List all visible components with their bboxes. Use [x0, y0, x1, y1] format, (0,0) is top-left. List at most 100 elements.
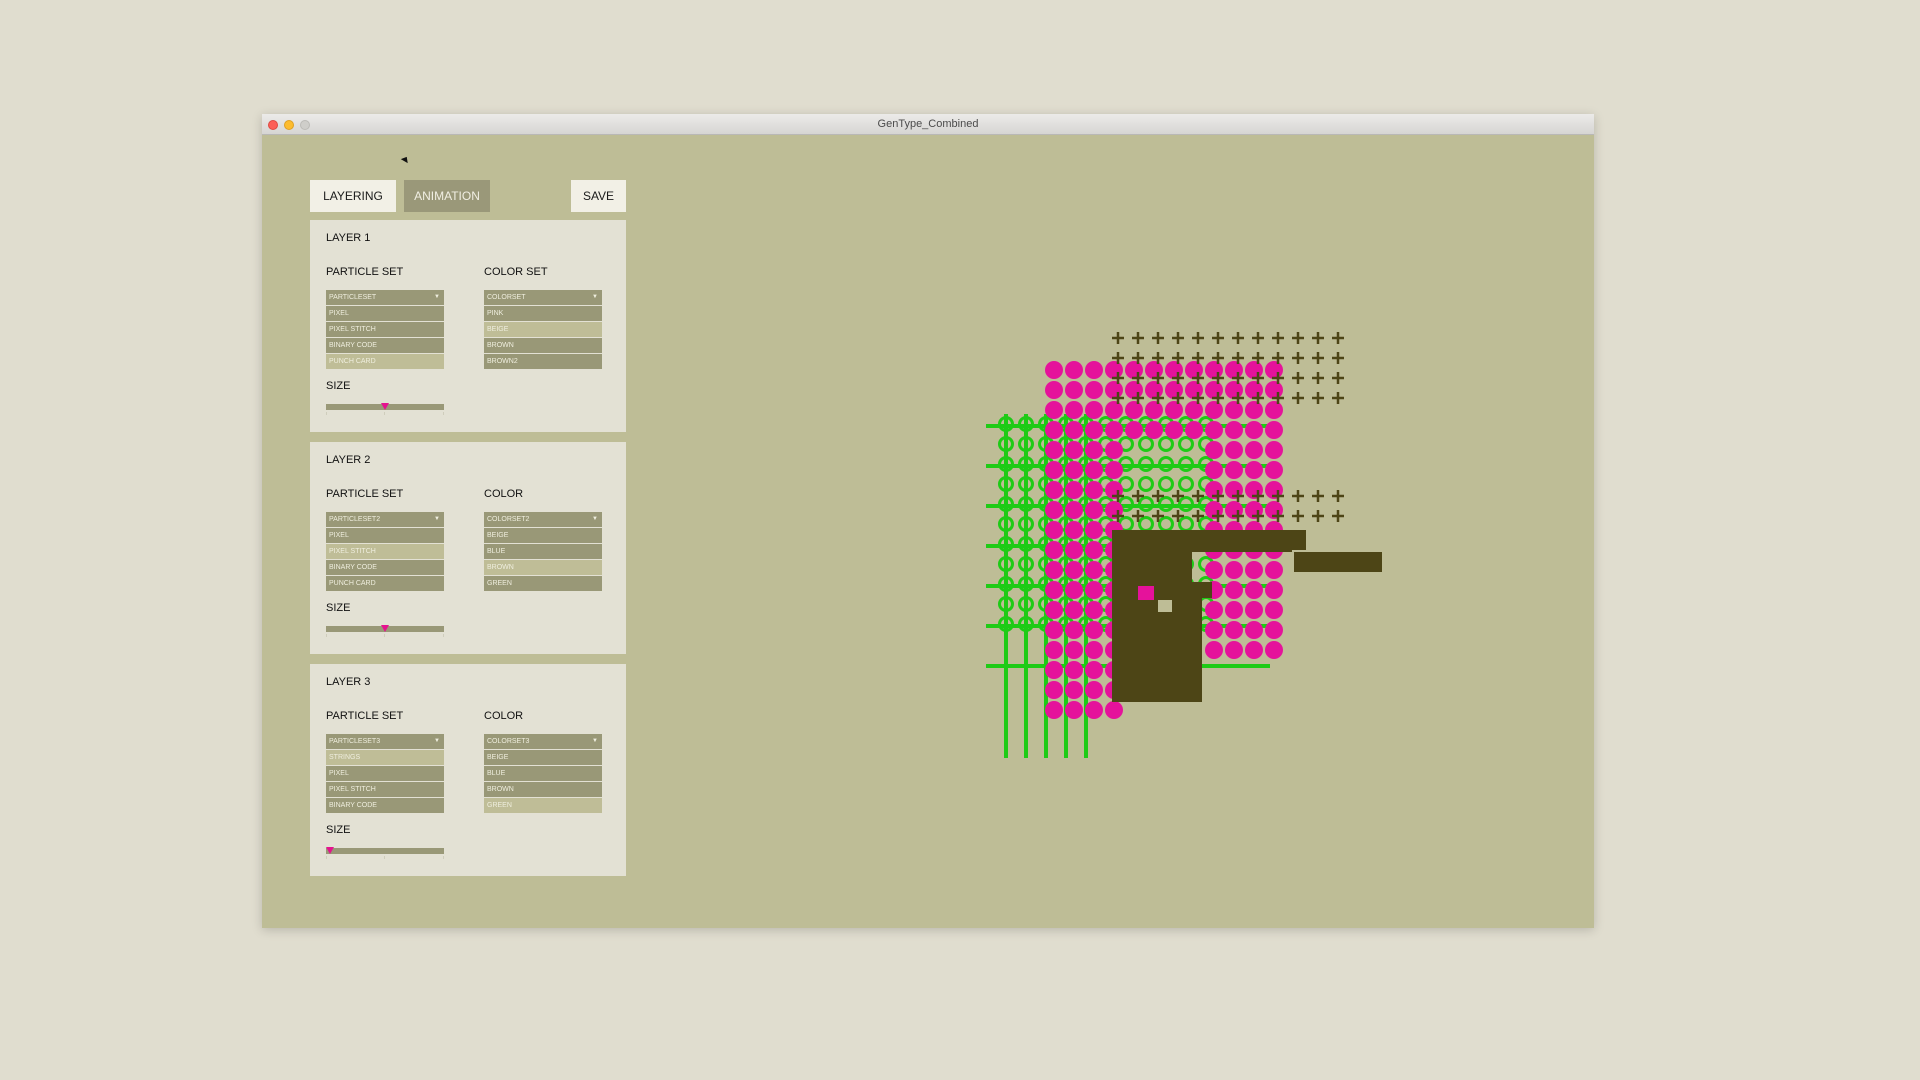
green-stitch	[1138, 516, 1154, 532]
color-set-select[interactable]: COLORSET2 ▼	[484, 512, 602, 527]
layer-1-panel: LAYER 1 PARTICLE SET COLOR SET PARTICLES…	[310, 220, 626, 432]
layer-title: LAYER 3	[326, 676, 371, 688]
pink-dot	[1065, 581, 1083, 599]
particle-set-dropdown[interactable]: PARTICLESET3 ▼ STRINGS PIXEL PIXEL STITCH…	[326, 734, 444, 814]
size-slider[interactable]	[326, 403, 444, 410]
dropdown-option[interactable]: BINARY CODE	[326, 338, 444, 353]
pink-dot	[1165, 401, 1183, 419]
brown-cross	[1132, 332, 1144, 344]
pink-dot	[1265, 601, 1283, 619]
dropdown-option[interactable]: GREEN	[484, 576, 602, 591]
particle-set-select[interactable]: PARTICLESET ▼	[326, 290, 444, 305]
color-set-dropdown[interactable]: COLORSET2 ▼ BEIGE BLUE BROWN GREEN	[484, 512, 602, 592]
pink-dot	[1045, 381, 1063, 399]
size-label: SIZE	[326, 602, 351, 614]
particle-set-dropdown[interactable]: PARTICLESET ▼ PIXEL PIXEL STITCH BINARY C…	[326, 290, 444, 370]
brown-cross	[1312, 392, 1324, 404]
pink-dot	[1085, 461, 1103, 479]
pink-dot	[1065, 561, 1083, 579]
dropdown-option[interactable]: PIXEL STITCH	[326, 544, 444, 559]
dropdown-value: PARTICLESET2	[329, 516, 381, 523]
color-set-select[interactable]: COLORSET ▼	[484, 290, 602, 305]
pink-dot	[1045, 481, 1063, 499]
pink-dot	[1045, 541, 1063, 559]
dropdown-option[interactable]: BLUE	[484, 766, 602, 781]
pink-dot	[1065, 601, 1083, 619]
pink-dot	[1245, 401, 1263, 419]
brown-cross	[1332, 510, 1344, 522]
brown-cross	[1312, 332, 1324, 344]
pink-dot	[1225, 621, 1243, 639]
chevron-down-icon: ▼	[434, 516, 440, 522]
beige-pixel	[1158, 600, 1172, 612]
slider-handle[interactable]	[325, 847, 334, 854]
dropdown-option[interactable]: BINARY CODE	[326, 798, 444, 813]
color-set-select[interactable]: COLORSET3 ▼	[484, 734, 602, 749]
title-bar[interactable]: GenType_Combined	[262, 114, 1594, 135]
pink-dot	[1145, 361, 1163, 379]
pink-pixel	[1138, 586, 1154, 600]
dropdown-option[interactable]: BROWN2	[484, 354, 602, 369]
chevron-down-icon: ▼	[434, 294, 440, 300]
pink-dot	[1045, 361, 1063, 379]
pink-dot	[1085, 621, 1103, 639]
pink-dot	[1265, 561, 1283, 579]
pink-dot	[1145, 421, 1163, 439]
pink-dot	[1245, 421, 1263, 439]
pink-dot	[1105, 701, 1123, 719]
color-set-dropdown[interactable]: COLORSET3 ▼ BEIGE BLUE BROWN GREEN	[484, 734, 602, 814]
layer-2-panel: LAYER 2 PARTICLE SET COLOR PARTICLESET2 ▼…	[310, 442, 626, 654]
pink-dot	[1085, 361, 1103, 379]
layer-title: LAYER 1	[326, 232, 371, 244]
dropdown-option[interactable]: PIXEL STITCH	[326, 322, 444, 337]
green-stitch	[1158, 476, 1174, 492]
tab-layering[interactable]: LAYERING	[310, 180, 396, 212]
size-label: SIZE	[326, 824, 351, 836]
pink-dot	[1205, 461, 1223, 479]
slider-handle[interactable]	[381, 403, 389, 410]
particle-set-select[interactable]: PARTICLESET3 ▼	[326, 734, 444, 749]
dropdown-option[interactable]: PIXEL	[326, 306, 444, 321]
brown-cross	[1252, 332, 1264, 344]
dropdown-option[interactable]: BROWN	[484, 782, 602, 797]
dropdown-option[interactable]: BEIGE	[484, 750, 602, 765]
green-stitch	[1178, 476, 1194, 492]
color-set-dropdown[interactable]: COLORSET ▼ PINK BEIGE BROWN BROWN2	[484, 290, 602, 370]
dropdown-option[interactable]: BEIGE	[484, 528, 602, 543]
pink-dot	[1065, 401, 1083, 419]
slider-handle[interactable]	[381, 625, 389, 632]
dropdown-option[interactable]: PIXEL STITCH	[326, 782, 444, 797]
green-stitch	[1158, 516, 1174, 532]
particle-set-dropdown[interactable]: PARTICLESET2 ▼ PIXEL PIXEL STITCH BINARY …	[326, 512, 444, 592]
pink-dot	[1045, 461, 1063, 479]
size-slider[interactable]	[325, 847, 444, 854]
tab-animation[interactable]: ANIMATION	[404, 180, 490, 212]
dropdown-option[interactable]: BINARY CODE	[326, 560, 444, 575]
dropdown-option[interactable]: BROWN	[484, 338, 602, 353]
dropdown-option[interactable]: BROWN	[484, 560, 602, 575]
dropdown-option[interactable]: GREEN	[484, 798, 602, 813]
dropdown-option[interactable]: BEIGE	[484, 322, 602, 337]
pink-dot	[1065, 681, 1083, 699]
brown-cross	[1272, 332, 1284, 344]
dropdown-option[interactable]: STRINGS	[326, 750, 444, 765]
size-slider[interactable]	[326, 625, 444, 632]
chevron-down-icon: ▼	[434, 738, 440, 744]
pink-dot	[1065, 481, 1083, 499]
brown-pixel-block	[1112, 552, 1192, 582]
particle-set-select[interactable]: PARTICLESET2 ▼	[326, 512, 444, 527]
pink-dot	[1205, 441, 1223, 459]
dropdown-option[interactable]: PUNCH CARD	[326, 354, 444, 369]
pink-dot	[1105, 361, 1123, 379]
color-set-label: COLOR SET	[484, 266, 548, 278]
pink-dot	[1205, 381, 1223, 399]
dropdown-option[interactable]: BLUE	[484, 544, 602, 559]
dropdown-option[interactable]: PINK	[484, 306, 602, 321]
dropdown-option[interactable]: PIXEL	[326, 766, 444, 781]
pink-dot	[1265, 621, 1283, 639]
dropdown-option[interactable]: PIXEL	[326, 528, 444, 543]
save-button[interactable]: SAVE	[571, 180, 626, 212]
brown-cross	[1292, 510, 1304, 522]
dropdown-option[interactable]: PUNCH CARD	[326, 576, 444, 591]
pink-dot	[1085, 381, 1103, 399]
